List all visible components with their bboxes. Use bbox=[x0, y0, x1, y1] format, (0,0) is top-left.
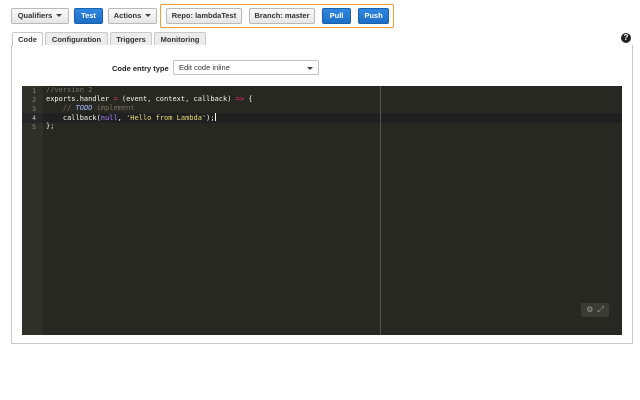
branch-label: Branch: master bbox=[254, 11, 310, 20]
code-line-1: //version 2 bbox=[46, 86, 92, 94]
push-label: Push bbox=[364, 11, 383, 20]
code-line-2: exports.handler = (event, context, callb… bbox=[46, 95, 253, 103]
code-constant: null bbox=[100, 114, 118, 122]
repo-button[interactable]: Repo: lambdaTest bbox=[166, 8, 242, 24]
text-cursor bbox=[214, 113, 216, 121]
code-comment: //version 2 bbox=[46, 86, 93, 94]
code-token: , bbox=[117, 114, 127, 122]
code-token: }; bbox=[46, 122, 55, 130]
pull-button[interactable]: Pull bbox=[322, 8, 351, 24]
line-number: 5 bbox=[32, 123, 36, 131]
pull-label: Pull bbox=[329, 11, 344, 20]
chevron-down-icon bbox=[56, 14, 63, 17]
push-button[interactable]: Push bbox=[358, 8, 389, 24]
code-entry-type-label: Code entry type bbox=[112, 64, 169, 73]
line-number: 2 bbox=[32, 96, 36, 104]
code-editor[interactable]: 1 2 3 4 5 //version 2 exports.handler = … bbox=[22, 86, 622, 335]
line-number: 3 bbox=[32, 105, 36, 113]
line-number: 4 bbox=[32, 114, 36, 122]
qualifiers-button[interactable]: Qualifiers bbox=[11, 8, 69, 24]
code-line-3: // TODO implement bbox=[46, 104, 135, 112]
test-label: Test bbox=[81, 11, 96, 20]
tab-configuration-label: Configuration bbox=[51, 35, 102, 44]
tab-monitoring-label: Monitoring bbox=[160, 35, 200, 44]
tab-triggers-label: Triggers bbox=[116, 35, 146, 44]
tab-monitoring[interactable]: Monitoring bbox=[154, 32, 206, 46]
code-entry-type-select[interactable]: Edit code inline bbox=[173, 60, 319, 75]
code-token: ); bbox=[206, 114, 215, 122]
tab-code[interactable]: Code bbox=[12, 32, 43, 46]
qualifiers-label: Qualifiers bbox=[17, 11, 53, 20]
chevron-down-icon bbox=[145, 14, 152, 17]
tab-triggers[interactable]: Triggers bbox=[110, 32, 152, 46]
actions-button[interactable]: Actions bbox=[108, 8, 157, 24]
chevron-down-icon bbox=[307, 67, 313, 70]
code-line-4: callback(null, 'Hello from Lambda'); bbox=[46, 113, 216, 122]
question-circle-icon[interactable]: ? bbox=[621, 33, 631, 43]
code-operator: => bbox=[235, 95, 245, 103]
print-margin bbox=[380, 86, 381, 335]
tab-configuration[interactable]: Configuration bbox=[45, 32, 108, 46]
expand-icon[interactable]: ⤢ bbox=[597, 305, 603, 314]
code-string: 'Hello from Lambda' bbox=[126, 114, 207, 122]
repo-label: Repo: lambdaTest bbox=[171, 11, 237, 20]
code-line-5: }; bbox=[46, 122, 54, 130]
branch-button[interactable]: Branch: master bbox=[249, 8, 315, 24]
tab-code-label: Code bbox=[18, 35, 37, 44]
gear-icon[interactable]: ⚙ bbox=[586, 305, 593, 314]
actions-label: Actions bbox=[113, 11, 142, 20]
line-number: 1 bbox=[32, 87, 36, 95]
code-token: (event, context, callback) bbox=[117, 95, 236, 103]
code-token: exports.handler bbox=[46, 95, 114, 103]
code-entry-type-value: Edit code inline bbox=[179, 63, 230, 72]
code-comment: implement bbox=[92, 104, 135, 112]
editor-tools: ⚙ ⤢ bbox=[581, 303, 609, 317]
code-comment: // bbox=[46, 104, 76, 112]
test-button[interactable]: Test bbox=[74, 8, 103, 24]
code-token: callback( bbox=[46, 114, 101, 122]
code-todo: TODO bbox=[75, 104, 93, 112]
code-token: { bbox=[244, 95, 253, 103]
